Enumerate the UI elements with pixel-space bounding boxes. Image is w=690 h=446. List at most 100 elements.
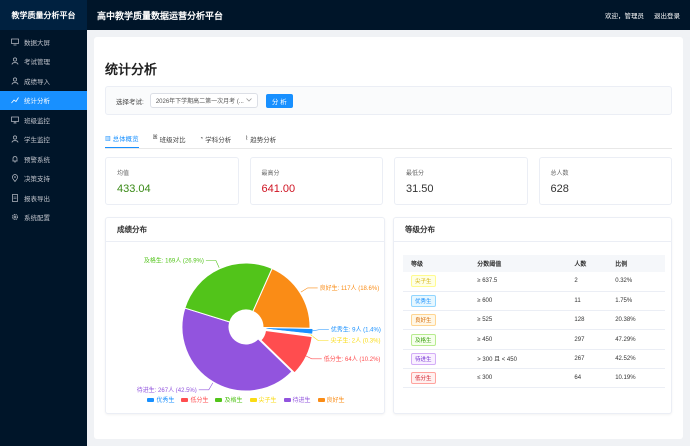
table-row: 待进生 > 300 且 < 450 267 42.52% xyxy=(403,349,665,369)
ratio-cell: 10.19% xyxy=(607,368,665,389)
sidebar-item[interactable]: 统计分析 xyxy=(0,90,87,110)
threshold-cell: > 300 且 < 450 xyxy=(469,349,567,369)
sidebar-item[interactable]: 班级监控 xyxy=(0,110,87,130)
legend-item[interactable]: 低分生 xyxy=(181,395,208,404)
legend-label: 及格生 xyxy=(224,398,243,404)
grade-table: 等级 分数阈值 人数 比例 尖子生 ≥ 637.5 2 0.32% 优秀生 ≥ 600 11 1.7… xyxy=(403,255,665,389)
label-leader-line xyxy=(205,260,220,268)
label-leader-line xyxy=(310,329,329,332)
legend-item[interactable]: 优秀生 xyxy=(147,395,174,404)
legend-swatch xyxy=(249,397,257,402)
sidebar-item[interactable]: 报表导出 xyxy=(0,188,87,208)
grade-tag: 优秀生 xyxy=(411,294,436,307)
bar-chart-icon: ▥ xyxy=(105,135,111,142)
trend-icon: ⌇ xyxy=(245,136,249,142)
slice-label: 低分生: 64人 (10.2%) xyxy=(324,355,381,363)
user-icon xyxy=(10,56,20,66)
document-icon xyxy=(10,193,20,203)
sidebar-item[interactable]: 数据大屏 xyxy=(0,32,87,52)
stat-card: 总人数 628 xyxy=(538,157,672,205)
stat-value: 628 xyxy=(550,183,569,195)
logout-link[interactable]: 退出登录 xyxy=(654,10,680,20)
tab[interactable]: ⌇ 趋势分析 xyxy=(245,133,276,148)
legend-swatch xyxy=(181,397,189,402)
legend-item[interactable]: 良好生 xyxy=(317,395,345,404)
count-cell: 267 xyxy=(566,349,608,369)
sidebar-item[interactable]: 考试管理 xyxy=(0,52,87,72)
grade-panel-title: 等级分布 xyxy=(394,218,671,242)
app-title: 高中教学质量数据运营分析平台 xyxy=(97,10,224,21)
threshold-cell: ≥ 450 xyxy=(469,329,567,350)
grade-cell: 低分生 xyxy=(403,368,470,389)
slice-label: 良好生: 117人 (18.6%) xyxy=(320,284,380,292)
score-panel-title: 成绩分布 xyxy=(106,218,384,242)
stat-card: 最低分 31.50 xyxy=(394,157,528,205)
grade-tag: 良好生 xyxy=(411,314,436,327)
legend-item[interactable]: 待进生 xyxy=(283,395,311,404)
pie-icon: ◔ xyxy=(199,135,204,142)
pie-chart: 优秀生: 9人 (1.4%) 尖子生: 2人 (0.3%) 低分生: 64人 (10… xyxy=(137,257,381,394)
top-header: 高中教学质量数据运营分析平台 欢迎，管理员 退出登录 xyxy=(87,0,690,30)
stat-label: 最高分 xyxy=(261,171,280,177)
table-header: 人数 xyxy=(566,255,608,272)
stat-value: 31.50 xyxy=(406,183,434,195)
count-cell: 297 xyxy=(566,329,608,350)
stat-label: 最低分 xyxy=(406,171,425,177)
tab[interactable]: ꕤ 班级对比 xyxy=(153,133,186,148)
count-cell: 128 xyxy=(566,310,608,331)
sidebar-item[interactable]: 学生监控 xyxy=(0,130,87,150)
score-distribution-panel: 成绩分布 优秀生: 9人 (1.4%) 尖子生: 2人 (0.3%) 低分生: 64… xyxy=(105,217,385,414)
ratio-cell: 0.32% xyxy=(607,272,665,292)
filter-label: 选择考试: xyxy=(116,98,144,106)
exam-select[interactable]: 2026年下学期高二第一次月考 (... xyxy=(149,93,258,108)
legend-swatch xyxy=(147,397,155,402)
count-cell: 11 xyxy=(566,291,608,312)
table-header: 分数阈值 xyxy=(469,255,567,272)
stat-card: 最高分 641.00 xyxy=(249,157,383,205)
table-row: 尖子生 ≥ 637.5 2 0.32% xyxy=(403,272,665,292)
stat-value: 433.04 xyxy=(117,183,151,195)
threshold-cell: ≥ 637.5 xyxy=(469,272,567,292)
sidebar-item-label: 统计分析 xyxy=(24,98,50,106)
grade-cell: 良好生 xyxy=(403,310,470,331)
label-leader-line xyxy=(300,287,318,293)
page-title: 统计分析 xyxy=(105,62,158,77)
gear-icon xyxy=(10,212,20,222)
analyze-button[interactable]: 分 析 xyxy=(265,93,293,108)
legend-swatch xyxy=(317,397,325,402)
legend-label: 尖子生 xyxy=(258,398,277,404)
sidebar-item-label: 成绩导入 xyxy=(24,78,50,86)
legend-item[interactable]: 及格生 xyxy=(215,395,243,404)
slice-label: 待进生: 267人 (42.5%) xyxy=(137,386,197,393)
threshold-cell: ≥ 525 xyxy=(469,310,567,331)
sidebar-item-label: 预警系统 xyxy=(24,156,50,164)
sidebar-item[interactable]: 预警系统 xyxy=(0,149,87,169)
tab[interactable]: ▥ 总体概览 xyxy=(105,133,139,148)
legend-item[interactable]: 尖子生 xyxy=(249,395,277,404)
sidebar-item[interactable]: 成绩导入 xyxy=(0,71,87,91)
threshold-cell: ≤ 300 xyxy=(469,368,567,389)
ratio-cell: 1.75% xyxy=(607,291,665,312)
slice-label: 尖子生: 2人 (0.3%) xyxy=(330,337,380,345)
legend-swatch xyxy=(283,397,291,402)
stat-card: 均值 433.04 xyxy=(105,157,239,205)
tab[interactable]: ◔ 学科分析 xyxy=(200,133,232,148)
location-icon xyxy=(10,173,20,183)
analysis-tabs: ▥ 总体概览 ꕤ 班级对比 ◔ 学科分析 ⌇ 趋势分析 xyxy=(105,133,672,149)
stat-label: 均值 xyxy=(117,171,130,177)
ratio-cell: 42.52% xyxy=(607,349,665,369)
sidebar-item[interactable]: 系统配置 xyxy=(0,208,87,228)
sidebar-item[interactable]: 决策支持 xyxy=(0,169,87,189)
grade-cell: 尖子生 xyxy=(403,272,470,292)
grade-cell: 待进生 xyxy=(403,349,470,369)
sidebar: 教学质量分析平台 数据大屏 考试管理 成绩导入 统计分析 班级监控 学生监控 预警系统 决策支… xyxy=(0,0,87,446)
table-row: 及格生 ≥ 450 297 47.29% xyxy=(403,329,665,350)
grade-tag: 低分生 xyxy=(411,372,436,385)
monitor-icon xyxy=(10,37,20,47)
person-icon xyxy=(10,76,20,86)
sidebar-item-label: 决策支持 xyxy=(24,176,50,184)
legend-label: 低分生 xyxy=(190,398,209,404)
table-header: 比例 xyxy=(607,255,665,272)
ratio-cell: 20.38% xyxy=(607,310,665,331)
slice-label: 及格生: 169人 (26.9%) xyxy=(144,257,204,265)
